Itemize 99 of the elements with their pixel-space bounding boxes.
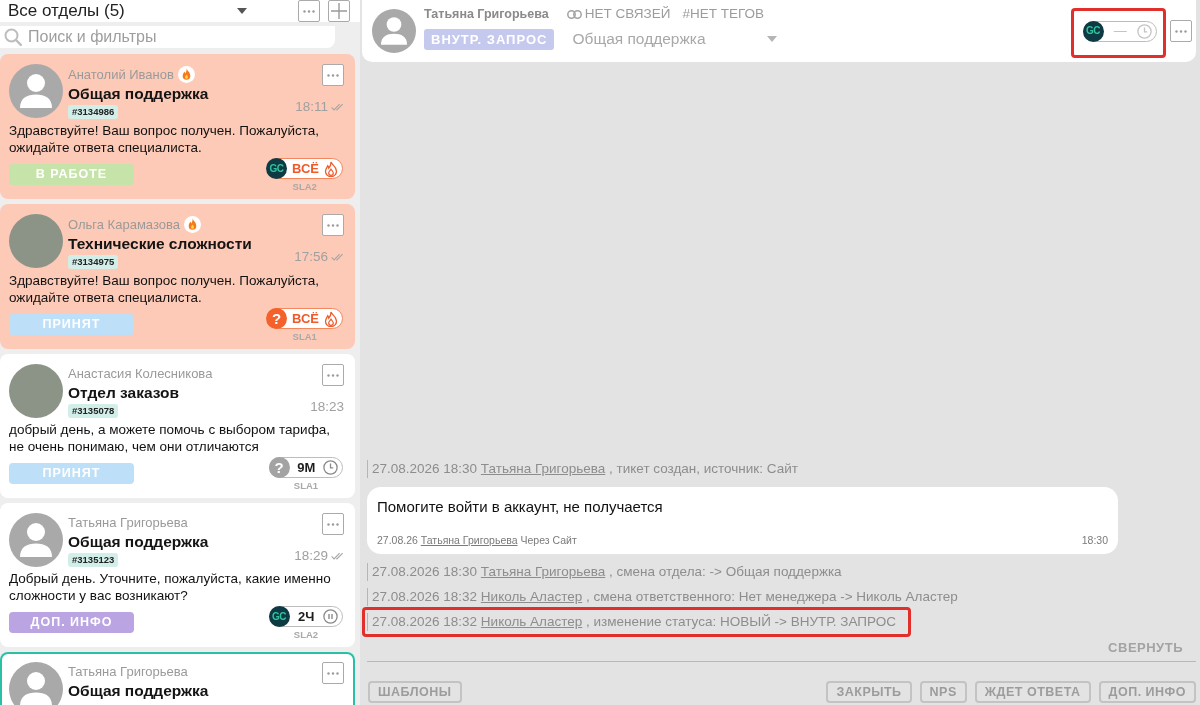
author-link[interactable]: Николь Аластер <box>480 589 583 604</box>
tags-link[interactable]: #НЕТ ТЕГОВ <box>682 6 764 23</box>
more-button[interactable] <box>1170 20 1192 42</box>
agent-logo: GC <box>1082 20 1104 42</box>
ticket-card[interactable]: Татьяна Григорьева Общая поддержка #3135123 18:29 Добрый день. Уточните, пожалуйста, какие именно сложности у вас возникают? ДОП. ИНФО GC 2Ч SLA2 <box>0 503 355 647</box>
status-tag: ПРИНЯТ <box>9 314 134 335</box>
more-icon <box>327 671 339 675</box>
more-icon <box>327 373 339 377</box>
author-link[interactable]: Татьяна Григорьева <box>480 461 606 476</box>
more-icon <box>327 223 339 227</box>
caret-icon <box>767 36 778 42</box>
department-name: Общая поддержка <box>68 681 209 701</box>
status-tag: ПРИНЯТ <box>9 463 134 484</box>
avatar-icon <box>9 64 63 118</box>
customer-name: Анастасия Колесникова <box>68 366 213 382</box>
action-button[interactable]: ЖДЕТ ОТВЕТА <box>974 681 1091 703</box>
department-name: Общая поддержка <box>68 532 209 552</box>
agent-logo: GC <box>268 606 290 627</box>
ticket-number-tag: #3135123 <box>68 553 119 567</box>
more-icon <box>1175 29 1187 33</box>
add-button[interactable] <box>328 0 350 22</box>
status-tag: ДОП. ИНФО <box>9 612 134 633</box>
photo-placeholder <box>9 214 63 268</box>
sla-time: — <box>1112 22 1128 41</box>
message-time: 18:30 <box>1081 533 1108 547</box>
customer-name: Татьяна Григорьева <box>68 664 188 680</box>
customer-name: Татьяна Григорьева <box>68 515 188 531</box>
sla-time: 2Ч <box>297 607 316 626</box>
flame-icon <box>324 310 338 327</box>
message-time: 18:23 <box>310 399 344 415</box>
more-button[interactable] <box>322 364 344 386</box>
author-link[interactable]: Татьяна Григорьева <box>480 564 606 579</box>
clock-icon <box>1137 23 1152 39</box>
action-button[interactable]: ДОП. ИНФО <box>1098 681 1196 703</box>
ticket-card[interactable]: Анастасия Колесникова Отдел заказов #3135078 18:23 добрый день, а можете помочь с выбором тарифа, не очень понимаю, чем они отличаются ПРИНЯТ ? 9М SLA1 <box>0 354 355 498</box>
department-name: Отдел заказов <box>68 383 180 403</box>
ticket-card[interactable]: Татьяна Григорьева Общая поддержка <box>0 652 355 705</box>
link-icon <box>566 9 582 19</box>
plus-icon <box>331 3 347 19</box>
timeline-event: 27.08.2026 18:30 Татьяна Григорьева , тикет создан, источник: Сайт <box>367 460 798 478</box>
more-button[interactable] <box>298 0 320 22</box>
timeline-event: 27.08.2026 18:30 Татьяна Григорьева , смена отдела: -> Общая поддержка <box>367 563 842 581</box>
ticket-number-tag: #3134986 <box>68 105 119 119</box>
sla-label: SLA2 <box>293 629 319 640</box>
sla-time: 9М <box>296 458 317 477</box>
avatar-icon <box>9 513 63 567</box>
clock-icon <box>323 460 338 475</box>
sla-time: ВСЁ <box>292 309 319 328</box>
message-info: 27.08.26 Татьяна Григорьева Через Сайт <box>377 533 577 547</box>
timeline-event: 27.08.2026 18:32 Николь Аластер , смена ответственного: Нет менеджера -> Николь Аластер <box>367 588 958 606</box>
search-icon <box>4 28 22 46</box>
caret-icon <box>237 8 247 14</box>
message-preview: Добрый день. Уточните, пожалуйста, какие именно сложности у вас возникают? <box>9 570 332 604</box>
unassigned-agent-marker: ? <box>268 457 290 478</box>
customer-name: Анатолий Иванов <box>68 66 174 83</box>
department-dropdown[interactable]: Общая поддержка <box>572 27 778 51</box>
author-link[interactable]: Татьяна Григорьева <box>420 534 518 546</box>
more-button[interactable] <box>322 214 344 236</box>
ticket-card[interactable]: Ольга Карамазова Технические сложности #3134975 17:56 Здравствуйте! Ваш вопрос получен. Пожалуйста, ожидайте ответа специалиста. ПРИНЯТ ? ВСЁ SLA1 <box>0 204 355 349</box>
more-button[interactable] <box>322 513 344 535</box>
sla-label: SLA2 <box>292 181 317 192</box>
more-button[interactable] <box>322 662 344 684</box>
action-button[interactable]: ЗАКРЫТЬ <box>826 681 912 703</box>
more-button[interactable] <box>322 64 344 86</box>
more-icon <box>327 73 339 77</box>
more-icon <box>303 9 315 13</box>
department-name: Технические сложности <box>68 234 252 254</box>
status-tag: В РАБОТЕ <box>9 164 134 185</box>
customer-name: Татьяна Григорьева <box>424 6 549 23</box>
flame-icon <box>324 160 338 177</box>
sla-label: SLA1 <box>292 331 317 342</box>
message-text: Помогите войти в аккаунт, не получается <box>377 497 664 517</box>
unassigned-agent-marker: ? <box>266 308 287 329</box>
pause-icon <box>323 609 338 624</box>
message-time: 18:11 <box>295 99 328 115</box>
sla-time: ВСЁ <box>292 159 319 178</box>
customer-name: Ольга Карамазова <box>68 216 180 233</box>
sla-label: SLA1 <box>293 480 319 491</box>
message-time: 17:56 <box>294 249 328 265</box>
message-preview: Здравствуйте! Ваш вопрос получен. Пожалуйста, ожидайте ответа специалиста. <box>9 272 321 306</box>
more-icon <box>327 522 339 526</box>
avatar-icon <box>372 9 416 53</box>
related-links-link[interactable]: НЕТ СВЯЗЕЙ <box>566 6 671 23</box>
message-time: 18:29 <box>294 548 328 564</box>
message-preview: Здравствуйте! Ваш вопрос получен. Пожалуйста, ожидайте ответа специалиста. <box>9 122 321 156</box>
ticket-number-tag: #3134975 <box>68 255 119 269</box>
author-link[interactable]: Николь Аластер <box>480 614 583 629</box>
ticket-card[interactable]: Анатолий Иванов Общая поддержка #3134986 18:11 Здравствуйте! Ваш вопрос получен. Пожалуйста, ожидайте ответа специалиста. В РАБОТЕ GC ВСЁ SLA2 <box>0 54 355 199</box>
photo-placeholder <box>9 364 63 418</box>
message-preview: добрый день, а можете помочь с выбором тарифа, не очень понимаю, чем они отличаются <box>9 421 332 455</box>
collapse-link[interactable]: СВЕРНУТЬ <box>1108 640 1183 656</box>
ticket-number-tag: #3135078 <box>68 404 119 418</box>
avatar-icon <box>9 662 63 705</box>
timeline-event: 27.08.2026 18:32 Николь Аластер , изменение статуса: НОВЫЙ -> ВНУТР. ЗАПРОС <box>367 613 896 631</box>
action-button[interactable]: NPS <box>919 681 967 703</box>
status-tag: ВНУТР. ЗАПРОС <box>424 28 555 50</box>
department-name: Общая поддержка <box>68 84 209 104</box>
agent-logo: GC <box>266 158 287 179</box>
templates-button[interactable]: ШАБЛОНЫ <box>368 681 462 703</box>
